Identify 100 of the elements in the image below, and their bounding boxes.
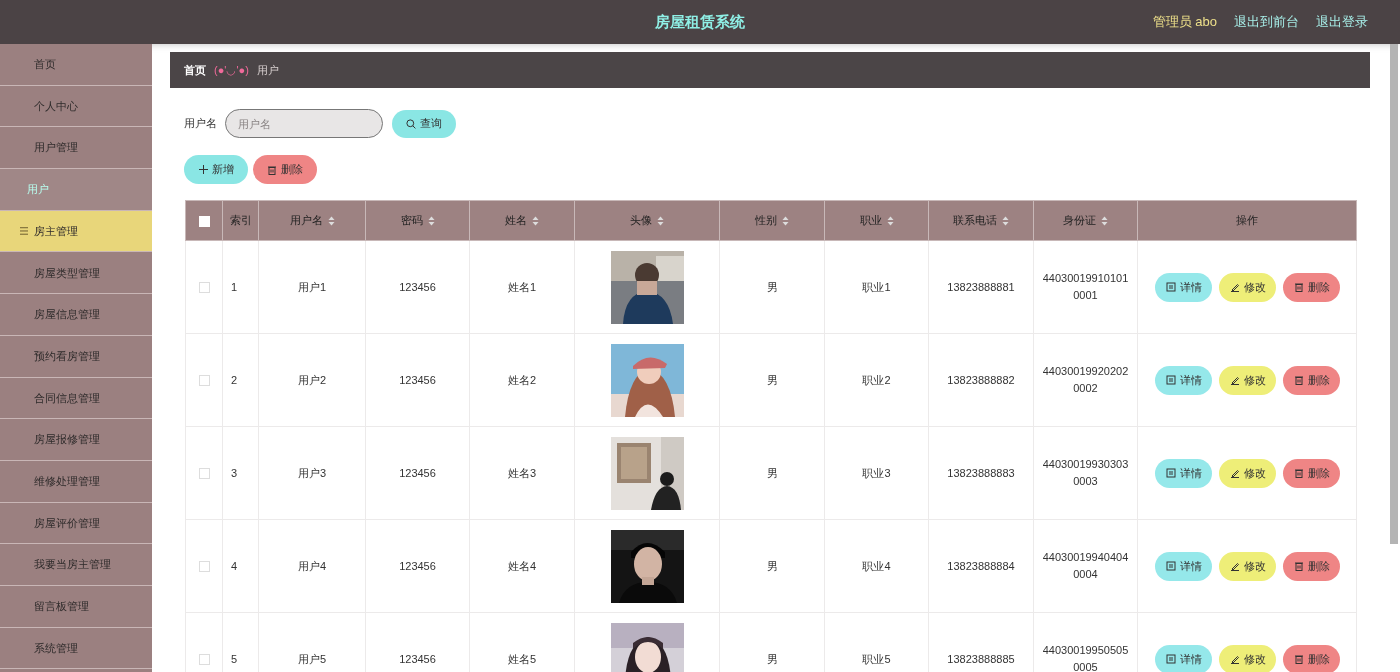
doc-icon <box>1165 282 1176 292</box>
detail-button[interactable]: 详情 <box>1155 644 1212 672</box>
table-cell: 3 <box>231 466 238 479</box>
column-header[interactable]: 姓名 <box>505 212 539 229</box>
admin-user-label: 管理员 abo <box>1152 13 1217 32</box>
breadcrumb-current: 用户 <box>256 62 279 78</box>
detail-button[interactable]: 详情 <box>1155 365 1212 395</box>
detail-button[interactable]: 详情 <box>1155 458 1212 488</box>
search-button[interactable]: 查询 <box>392 109 456 138</box>
trash-icon <box>1293 654 1304 664</box>
table-cell: 职业5 <box>862 652 891 665</box>
column-header[interactable]: 密码 <box>400 212 435 229</box>
table-cell: 13823888885 <box>947 652 1015 665</box>
column-header: 索引 <box>229 213 252 229</box>
table-cell: 职业4 <box>862 559 891 572</box>
plus-icon <box>198 165 208 174</box>
table-cell: 13823888882 <box>947 373 1015 386</box>
scrollbar[interactable] <box>1390 44 1398 544</box>
column-header: 操作 <box>1236 213 1258 229</box>
table-cell: 用户3 <box>297 466 327 479</box>
table-cell: 职业2 <box>862 373 891 386</box>
table-cell: 123456 <box>399 559 436 572</box>
delete-button[interactable]: 删除 <box>1283 644 1340 672</box>
pencil-icon <box>1229 468 1240 478</box>
edit-button[interactable]: 修改 <box>1219 365 1276 395</box>
trash-icon <box>1293 561 1304 571</box>
edit-button[interactable]: 修改 <box>1219 458 1276 488</box>
sidebar-item[interactable]: 房主管理 <box>0 210 152 253</box>
table-cell: 姓名4 <box>507 559 537 572</box>
row-checkbox[interactable] <box>198 561 210 573</box>
detail-button[interactable]: 详情 <box>1155 551 1212 581</box>
table-cell: 123456 <box>399 466 436 479</box>
trash-icon <box>267 164 277 175</box>
column-header[interactable]: 用户名 <box>289 212 335 229</box>
table-cell: 2 <box>231 373 238 386</box>
pencil-icon <box>1229 561 1240 571</box>
doc-icon <box>1165 654 1176 664</box>
submenu-item[interactable]: 用户 <box>0 169 152 211</box>
delete-button[interactable]: 删除 <box>1283 365 1340 395</box>
column-header[interactable]: 职业 <box>859 212 894 229</box>
menu-icon <box>20 227 28 236</box>
table-cell: 姓名3 <box>507 466 537 479</box>
table-cell: 男 <box>766 466 778 479</box>
doc-icon <box>1165 375 1176 385</box>
table-cell: 职业3 <box>862 466 891 479</box>
header-link[interactable]: 退出到前台 <box>1234 12 1299 32</box>
table-cell: 123456 <box>399 280 436 293</box>
table-cell: 用户1 <box>297 280 327 293</box>
table-cell: 用户4 <box>297 559 327 572</box>
doc-icon <box>1165 468 1176 478</box>
table-cell-text: 440300199505050005 <box>1041 643 1130 672</box>
table-cell: 4 <box>231 559 238 572</box>
table-cell-text: 440300199202020002 <box>1041 364 1130 396</box>
row-checkbox[interactable] <box>198 375 210 387</box>
row-checkbox[interactable] <box>198 468 210 480</box>
table-cell: 13823888881 <box>947 280 1015 293</box>
table-cell: 男 <box>766 652 778 665</box>
edit-button[interactable]: 修改 <box>1219 644 1276 672</box>
table-cell: 用户5 <box>297 652 327 665</box>
table-cell: 123456 <box>399 373 436 386</box>
pencil-icon <box>1229 282 1240 292</box>
row-checkbox[interactable] <box>198 282 210 294</box>
pencil-icon <box>1229 375 1240 385</box>
delete-button[interactable]: 删除 <box>253 155 317 184</box>
breadcrumb-link[interactable]: 首页 <box>184 61 206 79</box>
detail-button[interactable]: 详情 <box>1155 272 1212 302</box>
table-cell: 13823888884 <box>947 559 1015 572</box>
table-cell: 职业1 <box>862 280 891 293</box>
select-all-checkbox[interactable] <box>198 215 210 227</box>
header-link[interactable]: 退出登录 <box>1316 12 1368 32</box>
table-cell-text: 440300199303030003 <box>1041 457 1130 489</box>
row-checkbox[interactable] <box>198 654 210 666</box>
doc-icon <box>1165 561 1176 571</box>
table-cell: 5 <box>231 652 238 665</box>
column-header[interactable]: 头像 <box>630 212 664 229</box>
search-icon <box>406 118 416 129</box>
table-cell: 男 <box>766 373 778 386</box>
field-label: 用户名 <box>184 116 217 132</box>
table-cell: 姓名2 <box>507 373 537 386</box>
edit-button[interactable]: 修改 <box>1219 551 1276 581</box>
table-cell: 男 <box>766 559 778 572</box>
delete-button[interactable]: 删除 <box>1283 458 1340 488</box>
trash-icon <box>1293 282 1304 292</box>
app-title: 房屋租赁系统 <box>655 11 745 32</box>
trash-icon <box>1293 375 1304 385</box>
trash-icon <box>1293 468 1304 478</box>
edit-button[interactable]: 修改 <box>1219 272 1276 302</box>
add-button[interactable]: 新增 <box>184 155 248 184</box>
table-cell-text: 440300199404040004 <box>1041 550 1130 582</box>
pencil-icon <box>1229 654 1240 664</box>
column-header[interactable]: 身份证 <box>1063 212 1108 229</box>
breadcrumb-separator: (●'◡'●) <box>214 62 249 78</box>
table-cell: 用户2 <box>297 373 327 386</box>
table-cell: 1 <box>231 280 238 293</box>
delete-button[interactable]: 删除 <box>1283 272 1340 302</box>
table-cell-text: 440300199101010001 <box>1041 271 1130 303</box>
search-field[interactable]: 用户名 <box>225 109 383 138</box>
table-cell: 男 <box>766 280 778 293</box>
column-header[interactable]: 性别 <box>755 212 789 229</box>
delete-button[interactable]: 删除 <box>1283 551 1340 581</box>
